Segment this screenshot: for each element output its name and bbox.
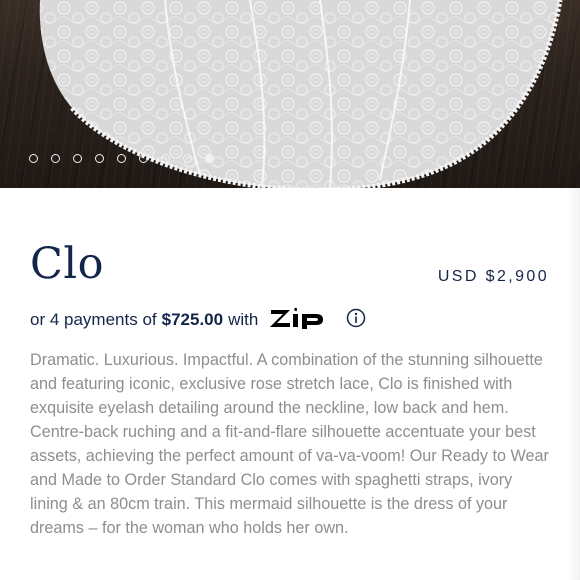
carousel-dot[interactable] [73, 153, 82, 163]
product-description: Dramatic. Luxurious. Impactful. A combin… [30, 351, 549, 537]
carousel-dot[interactable] [95, 153, 104, 163]
product-price: USD $2,900 [437, 268, 549, 285]
carousel-dot[interactable] [117, 153, 126, 163]
installment-suffix: with [228, 310, 259, 329]
installment-amount: $725.00 [161, 310, 224, 329]
carousel-dot[interactable] [51, 153, 60, 163]
zip-logo-icon [270, 307, 324, 329]
scroll-edge [568, 188, 580, 580]
info-icon[interactable] [346, 308, 366, 333]
carousel-dot[interactable] [161, 153, 170, 163]
carousel-dots [29, 151, 214, 165]
installment-line: or 4 payments of $725.00 with [30, 307, 366, 333]
installment-prefix: or 4 payments of [30, 310, 157, 329]
carousel-dot[interactable] [205, 153, 214, 163]
carousel-dot[interactable] [139, 153, 148, 163]
carousel-dot[interactable] [29, 153, 38, 163]
product-title: Clo [30, 239, 105, 289]
product-image[interactable] [0, 0, 580, 188]
carousel-dot[interactable] [183, 153, 192, 163]
zip-logo[interactable] [270, 307, 336, 334]
